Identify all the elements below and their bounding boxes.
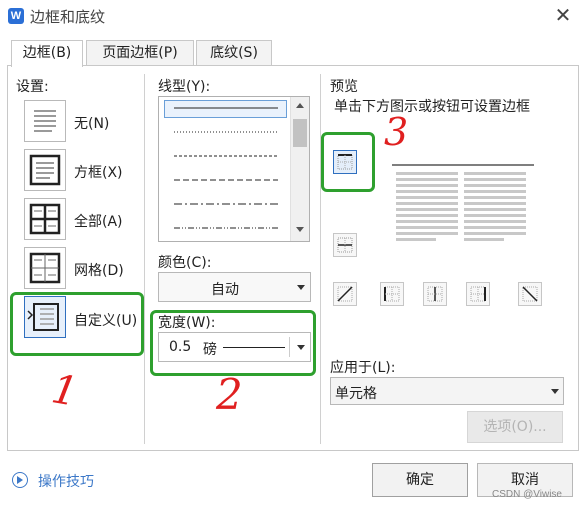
preview-hint: 单击下方图示或按钮可设置边框 (334, 99, 530, 115)
tips-link[interactable]: 操作技巧 (38, 471, 94, 491)
annotation-number-3: 3 (384, 110, 409, 154)
border-all-icon[interactable] (24, 198, 66, 240)
close-icon[interactable]: ✕ (552, 4, 574, 26)
column-divider (320, 74, 321, 444)
diagonal-up-icon (337, 286, 353, 302)
apply-to-select[interactable]: 单元格 (330, 377, 564, 405)
scroll-thumb[interactable] (293, 119, 307, 147)
annotation-box-2 (150, 310, 316, 376)
annotation-box-1 (10, 292, 144, 356)
annotation-box-3 (321, 132, 375, 192)
color-select[interactable]: 自动 (158, 272, 311, 302)
border-inside-vertical-button[interactable] (423, 282, 447, 306)
border-inside-horizontal-button[interactable] (333, 233, 357, 257)
settings-label: 设置: (16, 79, 49, 95)
border-left-button[interactable] (380, 282, 404, 306)
line-style-scrollbar[interactable] (290, 97, 309, 241)
diagonal-down-icon (522, 286, 538, 302)
apply-to-label: 应用于(L): (330, 360, 396, 376)
color-value: 自动 (211, 282, 239, 298)
apply-to-value: 单元格 (335, 386, 377, 402)
line-style-label: 线型(Y): (158, 79, 211, 95)
tab-shading[interactable]: 底纹(S) (196, 40, 272, 66)
border-box-icon[interactable] (24, 149, 66, 191)
preview-page[interactable] (392, 160, 536, 250)
window-title: 边框和底纹 (30, 8, 106, 26)
scroll-down-icon[interactable] (296, 227, 304, 232)
border-right-button[interactable] (466, 282, 490, 306)
wps-app-icon: W (8, 8, 24, 24)
preview-label: 预览 (330, 79, 358, 95)
tab-border[interactable]: 边框(B) (11, 40, 83, 67)
chevron-down-icon (297, 285, 305, 290)
watermark: CSDN @Viwise (492, 489, 562, 500)
border-left-icon (384, 286, 400, 302)
column-divider (144, 74, 145, 444)
border-none-icon[interactable] (24, 100, 66, 142)
border-diagonal-up-button[interactable] (333, 282, 357, 306)
border-right-icon (470, 286, 486, 302)
setting-all-label[interactable]: 全部(A) (74, 211, 123, 231)
border-diagonal-down-button[interactable] (518, 282, 542, 306)
setting-grid-label[interactable]: 网格(D) (74, 260, 124, 280)
line-style-options[interactable] (166, 100, 286, 240)
annotation-number-2: 2 (216, 370, 243, 419)
tips-icon[interactable] (12, 472, 28, 488)
scroll-up-icon[interactable] (296, 103, 304, 108)
border-grid-icon[interactable] (24, 247, 66, 289)
chevron-down-icon (551, 389, 559, 394)
ok-button[interactable]: 确定 (372, 463, 468, 497)
tab-page-border[interactable]: 页面边框(P) (86, 40, 194, 66)
color-label: 颜色(C): (158, 255, 212, 271)
setting-none-label[interactable]: 无(N) (74, 113, 109, 133)
options-button[interactable]: 选项(O)... (467, 411, 563, 443)
setting-box-label[interactable]: 方框(X) (74, 162, 123, 182)
border-inside-vertical-icon (427, 286, 443, 302)
border-inside-horizontal-icon (337, 237, 353, 253)
